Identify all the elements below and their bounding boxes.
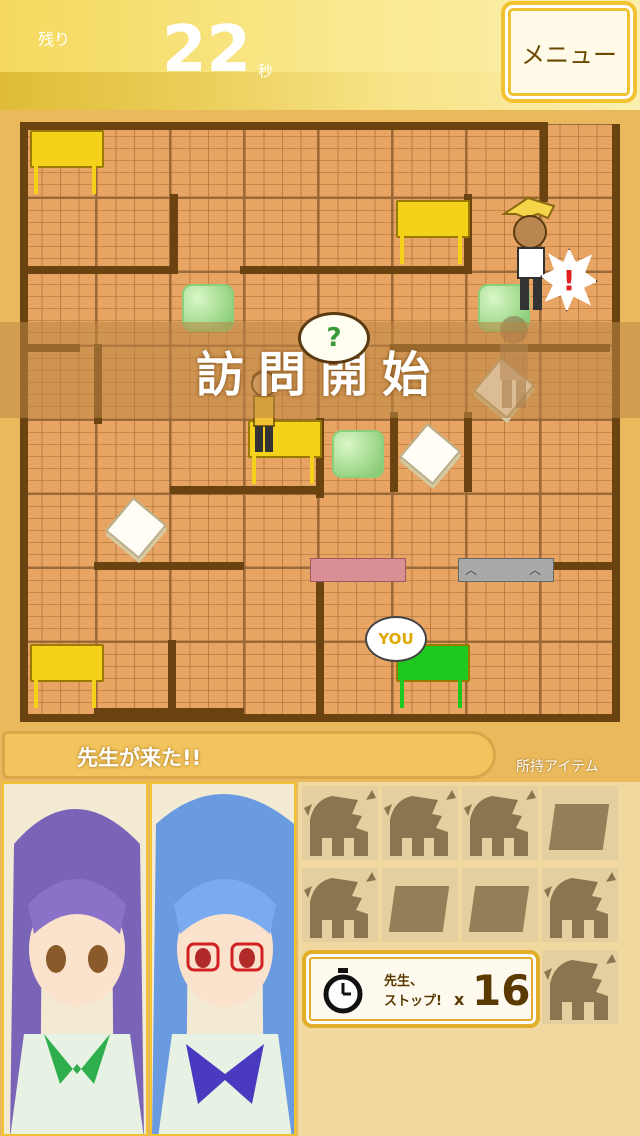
floor-tile[interactable] (170, 494, 244, 568)
floor-tile[interactable] (244, 494, 318, 568)
message-bar: 先生が来た!! (2, 731, 496, 779)
desk-yellow (30, 644, 104, 708)
floor-tile[interactable] (170, 642, 244, 716)
trap-icon (544, 872, 616, 938)
floor-tile[interactable] (392, 124, 466, 198)
wall (20, 122, 28, 722)
stop-button-label: 先生、 ストップ! (384, 972, 442, 1012)
stop-label-line2: ストップ! (384, 994, 442, 1009)
block-icon (468, 886, 530, 932)
teacher-stop-button[interactable]: 先生、 ストップ! x 16 (302, 950, 540, 1028)
trap-icon (384, 790, 456, 856)
floor-tile[interactable] (96, 568, 170, 642)
wall (540, 122, 548, 202)
desk-yellow (30, 130, 104, 194)
floor-tile[interactable] (170, 420, 244, 494)
wall (612, 124, 620, 722)
wall (390, 412, 398, 492)
grey-barrier: ︿ ︿ (458, 558, 554, 582)
chevron-icon: ︿ (529, 563, 542, 577)
wall (94, 562, 244, 570)
floor-tile[interactable] (244, 124, 318, 198)
question-bubble: ? (298, 312, 370, 364)
floor-tile[interactable] (466, 494, 540, 568)
floor-tile[interactable] (96, 124, 170, 198)
stop-label-line1: 先生、 (384, 974, 424, 989)
trap-icon (304, 790, 376, 856)
stop-count: 16 (472, 966, 531, 1015)
floor-tile[interactable] (22, 568, 96, 642)
chevron-icon: ︿ (465, 563, 478, 577)
floor-tile[interactable] (318, 494, 392, 568)
wall (316, 566, 324, 716)
floor-tile[interactable] (244, 642, 318, 716)
floor-tile[interactable] (540, 420, 614, 494)
stop-multiplier: x (454, 990, 465, 1009)
floor-tile[interactable] (96, 420, 170, 494)
floor-tile[interactable] (22, 420, 96, 494)
character-portrait-purple (2, 782, 148, 1136)
floor-tile[interactable] (540, 124, 614, 198)
inventory-slot[interactable] (542, 950, 618, 1024)
floor-tile[interactable] (170, 568, 244, 642)
inventory-slot[interactable] (462, 786, 538, 860)
remaining-label: 残り (38, 30, 71, 49)
block-icon (548, 804, 610, 850)
floor-tile[interactable] (466, 124, 540, 198)
floor-tile[interactable] (466, 420, 540, 494)
floor-tile[interactable] (318, 198, 392, 272)
inventory-slot[interactable] (462, 868, 538, 942)
inventory-slot[interactable] (382, 868, 458, 942)
trap-icon (544, 954, 616, 1020)
wall (20, 266, 170, 274)
wall (170, 486, 320, 494)
floor-tile[interactable] (22, 494, 96, 568)
floor-tile[interactable] (540, 494, 614, 568)
floor-tile[interactable] (96, 198, 170, 272)
inventory-slot[interactable] (302, 786, 378, 860)
wall (94, 708, 244, 716)
floor-tile[interactable] (244, 198, 318, 272)
wall (170, 194, 178, 274)
bush-obstacle (332, 430, 384, 478)
floor-tile[interactable] (540, 642, 614, 716)
pink-barrier (310, 558, 406, 582)
inventory-label: 所持アイテム (516, 759, 599, 775)
block-icon (388, 886, 450, 932)
wall (20, 122, 544, 130)
floor-tile[interactable] (170, 198, 244, 272)
you-marker: YOU (365, 616, 427, 662)
wall (240, 266, 470, 274)
character-portrait-blue (150, 782, 296, 1136)
inventory-slot[interactable] (542, 786, 618, 860)
floor-tile[interactable] (392, 494, 466, 568)
inventory-slot[interactable] (542, 868, 618, 942)
trap-icon (464, 790, 536, 856)
floor-tile[interactable] (318, 124, 392, 198)
remaining-unit: 秒 (258, 62, 274, 80)
message-text: 先生が来た!! (77, 746, 202, 770)
floor-tile[interactable] (244, 568, 318, 642)
trap-icon (304, 872, 376, 938)
floor-tile[interactable] (466, 642, 540, 716)
inventory-slot[interactable] (302, 868, 378, 942)
floor-tile[interactable] (22, 198, 96, 272)
remaining-time: 22 (162, 13, 252, 87)
floor-tile[interactable] (96, 642, 170, 716)
floor-tile[interactable] (170, 124, 244, 198)
stopwatch-icon (323, 968, 363, 1014)
menu-button[interactable]: メニュー (501, 1, 637, 103)
wall (464, 412, 472, 492)
desk-yellow (396, 200, 470, 264)
inventory-slot[interactable] (382, 786, 458, 860)
